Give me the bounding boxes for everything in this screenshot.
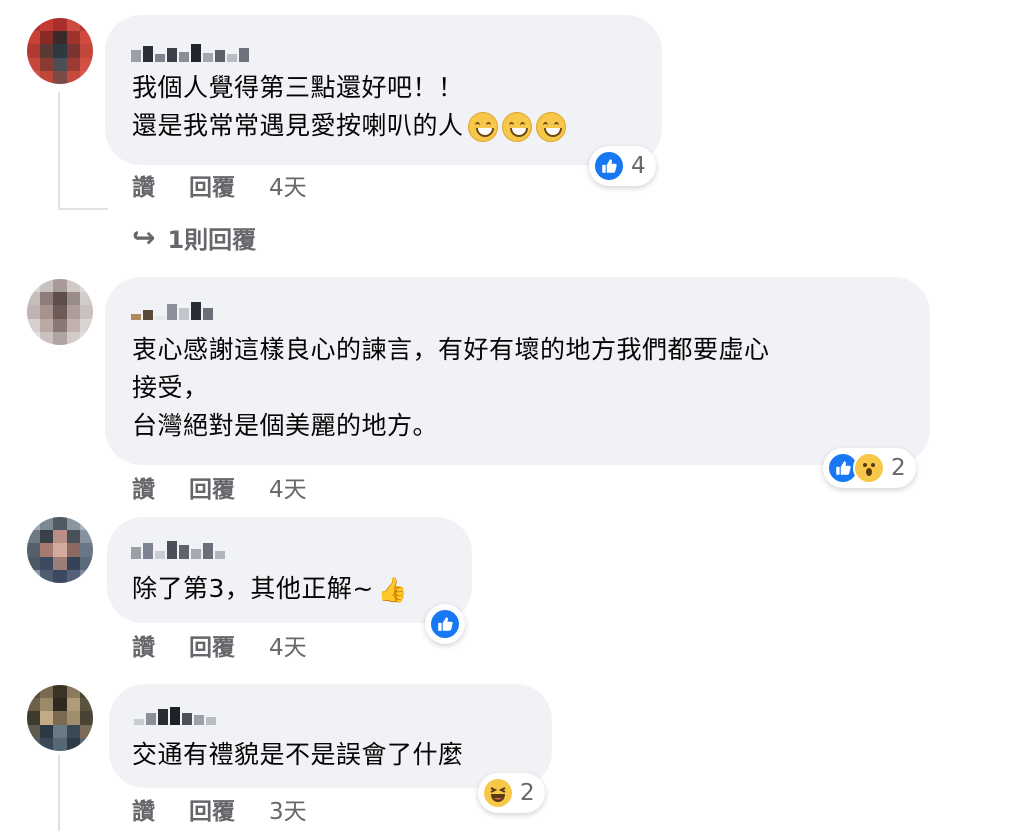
comment-text-body: 交通有禮貌是不是誤會了什麼 <box>132 740 464 769</box>
reply-button[interactable]: 回覆 <box>189 470 235 504</box>
comment-text: 交通有禮貌是不是誤會了什麼 <box>132 736 464 774</box>
haha-icon <box>482 777 514 809</box>
comment-text: 衷心感謝這樣良心的諫言，有好有壞的地方我們都要虛心 接受， 台灣絕對是個美麗的地… <box>132 331 770 445</box>
reply-arrow-icon: ↪ <box>132 221 156 254</box>
like-button[interactable]: 讚 <box>132 628 155 662</box>
avatar[interactable] <box>27 517 93 583</box>
view-replies-link[interactable]: ↪ 1則回覆 <box>132 220 256 255</box>
grin-emoji <box>535 112 566 142</box>
like-button[interactable]: 讚 <box>132 792 155 826</box>
comment-actions: 讚 回覆 4天 <box>132 168 307 202</box>
comment-text-body: 衷心感謝這樣良心的諫言，有好有壞的地方我們都要虛心 接受， 台灣絕對是個美麗的地… <box>132 335 770 440</box>
reaction-summary[interactable]: 2 <box>823 448 916 488</box>
like-button[interactable]: 讚 <box>132 168 155 202</box>
author-name-redacted[interactable] <box>131 298 213 320</box>
wow-icon <box>853 452 885 484</box>
comment-actions: 讚 回覆 3天 <box>132 792 307 826</box>
reaction-summary[interactable]: 4 <box>589 146 656 186</box>
comment-timestamp[interactable]: 3天 <box>269 792 307 826</box>
avatar[interactable] <box>27 685 93 751</box>
like-button[interactable]: 讚 <box>132 470 155 504</box>
avatar[interactable] <box>27 279 93 345</box>
reaction-summary[interactable]: 2 <box>478 773 545 813</box>
author-name-redacted[interactable] <box>131 537 225 559</box>
reaction-count: 4 <box>631 153 646 179</box>
comment-text: 除了第3，其他正解~ 👍 <box>132 570 408 609</box>
comment-timestamp[interactable]: 4天 <box>269 470 307 504</box>
grin-emoji <box>501 112 532 142</box>
thread-line <box>58 92 60 210</box>
reply-button[interactable]: 回覆 <box>189 168 235 202</box>
comment-text: 我個人覺得第三點還好吧！！ 還是我常常遇見愛按喇叭的人 <box>132 69 566 145</box>
comment-text-body: 我個人覺得第三點還好吧！！ 還是我常常遇見愛按喇叭的人 <box>132 73 464 140</box>
reply-button[interactable]: 回覆 <box>189 792 235 826</box>
author-name-redacted[interactable] <box>131 40 249 62</box>
view-replies-label: 1則回覆 <box>167 226 257 254</box>
reaction-count: 2 <box>891 455 906 481</box>
author-name-redacted[interactable] <box>134 703 216 725</box>
reply-button[interactable]: 回覆 <box>189 628 235 662</box>
comment-timestamp[interactable]: 4天 <box>269 168 307 202</box>
reaction-count: 2 <box>520 780 535 806</box>
comment-actions: 讚 回覆 4天 <box>132 470 307 504</box>
avatar[interactable] <box>27 18 93 84</box>
thumbs-up-emoji: 👍 <box>377 576 409 604</box>
grin-emoji <box>467 112 498 142</box>
reaction-summary[interactable] <box>425 604 465 644</box>
thread-line <box>58 755 60 831</box>
thread-line-elbow <box>58 208 108 210</box>
like-icon <box>593 150 625 182</box>
like-icon <box>429 608 461 640</box>
comment-timestamp[interactable]: 4天 <box>269 628 307 662</box>
comment-actions: 讚 回覆 4天 <box>132 628 307 662</box>
comment-text-body: 除了第3，其他正解~ <box>132 574 374 603</box>
